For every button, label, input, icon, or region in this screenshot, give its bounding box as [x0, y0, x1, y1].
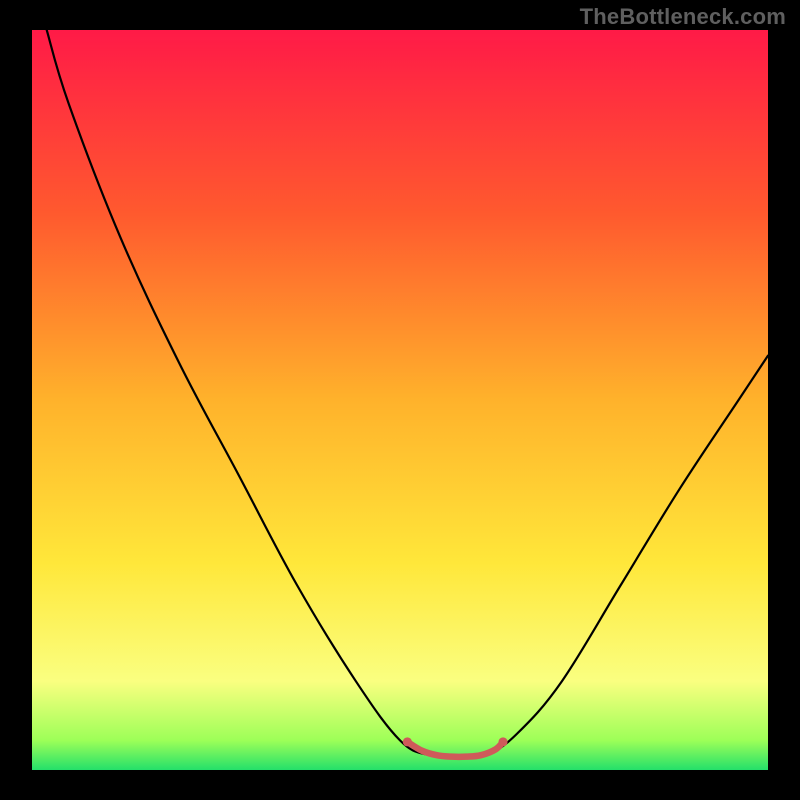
watermark-text: TheBottleneck.com [580, 4, 786, 30]
chart-svg [32, 30, 768, 770]
chart-plot [32, 30, 768, 770]
chart-background [32, 30, 768, 770]
chart-frame: TheBottleneck.com [0, 0, 800, 800]
series-optimal-range-endpoint [498, 737, 507, 746]
series-optimal-range-endpoint [403, 737, 412, 746]
